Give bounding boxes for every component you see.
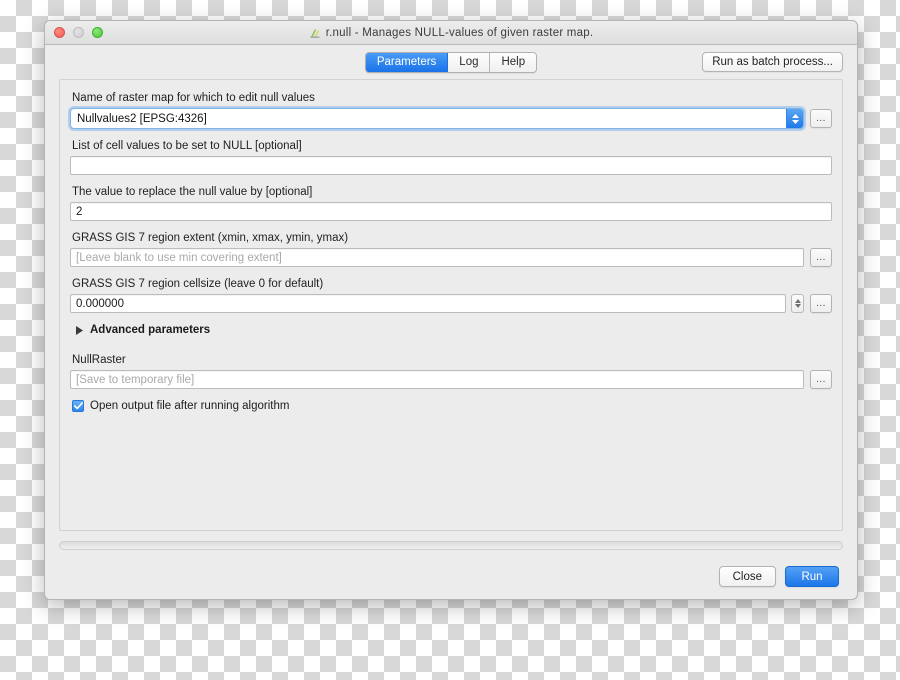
grass-algorithm-icon <box>310 28 320 38</box>
progress-bar <box>59 541 843 550</box>
close-window-button[interactable] <box>54 27 65 38</box>
footer-button-group: Close Run <box>59 566 843 587</box>
region-cellsize-browse-button[interactable]: ... <box>810 294 832 313</box>
spinner-updown-icon[interactable] <box>791 294 804 313</box>
field-region-extent: GRASS GIS 7 region extent (xmin, xmax, y… <box>70 232 832 267</box>
null-raster-label: NullRaster <box>72 354 126 366</box>
title-bar[interactable]: r.null - Manages NULL-values of given ra… <box>45 21 857 45</box>
replace-value-label: The value to replace the null value by [… <box>72 186 313 198</box>
cell-values-input[interactable] <box>70 156 832 175</box>
parameters-panel: Name of raster map for which to edit nul… <box>59 79 843 531</box>
run-button[interactable]: Run <box>785 566 839 587</box>
advanced-parameters-label: Advanced parameters <box>90 324 211 336</box>
region-extent-browse-button[interactable]: ... <box>810 248 832 267</box>
region-extent-input[interactable]: [Leave blank to use min covering extent] <box>70 248 804 267</box>
chevron-up-icon <box>791 113 799 118</box>
field-null-raster: NullRaster [Save to temporary file] ... <box>70 354 832 389</box>
field-raster-map: Name of raster map for which to edit nul… <box>70 92 832 129</box>
dialog-footer: Close Run <box>45 531 857 599</box>
field-cell-values: List of cell values to be set to NULL [o… <box>70 140 832 175</box>
raster-map-combobox[interactable]: Nullvalues2 [EPSG:4326] <box>70 108 804 129</box>
run-as-batch-process-button[interactable]: Run as batch process... <box>702 52 843 72</box>
triangle-right-icon <box>76 325 83 335</box>
field-replace-value: The value to replace the null value by [… <box>70 186 832 221</box>
region-extent-label: GRASS GIS 7 region extent (xmin, xmax, y… <box>72 232 349 244</box>
checkmark-icon <box>73 402 83 410</box>
open-output-label: Open output file after running algorithm <box>90 400 290 412</box>
raster-map-label: Name of raster map for which to edit nul… <box>72 92 315 104</box>
window-controls <box>54 27 103 38</box>
open-output-checkbox-row[interactable]: Open output file after running algorithm <box>72 400 832 412</box>
cell-values-label: List of cell values to be set to NULL [o… <box>72 140 302 152</box>
tab-parameters[interactable]: Parameters <box>365 52 449 72</box>
open-output-checkbox[interactable] <box>72 400 84 412</box>
replace-value-input[interactable]: 2 <box>70 202 832 221</box>
advanced-parameters-toggle[interactable]: Advanced parameters <box>76 324 832 336</box>
close-button[interactable]: Close <box>718 566 776 587</box>
tab-log[interactable]: Log <box>448 52 491 72</box>
region-cellsize-input[interactable]: 0.000000 <box>70 294 786 313</box>
maximize-window-button[interactable] <box>92 27 103 38</box>
minimize-window-button[interactable] <box>73 27 84 38</box>
title-bar-center: r.null - Manages NULL-values of given ra… <box>45 27 857 39</box>
chevron-updown-icon[interactable] <box>786 109 803 128</box>
dialog-toolbar: Parameters Log Help Run as batch process… <box>45 45 857 79</box>
window-title: r.null - Manages NULL-values of given ra… <box>325 26 594 39</box>
tab-group: Parameters Log Help <box>364 51 538 73</box>
raster-map-browse-button[interactable]: ... <box>810 109 832 128</box>
field-region-cellsize: GRASS GIS 7 region cellsize (leave 0 for… <box>70 278 832 313</box>
dialog-window: r.null - Manages NULL-values of given ra… <box>44 20 858 600</box>
stepper-up-icon <box>794 299 801 303</box>
region-cellsize-label: GRASS GIS 7 region cellsize (leave 0 for… <box>72 278 324 290</box>
stepper-down-icon <box>794 304 801 308</box>
null-raster-input[interactable]: [Save to temporary file] <box>70 370 804 389</box>
chevron-down-icon <box>791 119 799 124</box>
tab-help[interactable]: Help <box>490 52 537 72</box>
dialog-body: Name of raster map for which to edit nul… <box>45 79 857 531</box>
raster-map-value: Nullvalues2 [EPSG:4326] <box>77 112 207 125</box>
null-raster-browse-button[interactable]: ... <box>810 370 832 389</box>
